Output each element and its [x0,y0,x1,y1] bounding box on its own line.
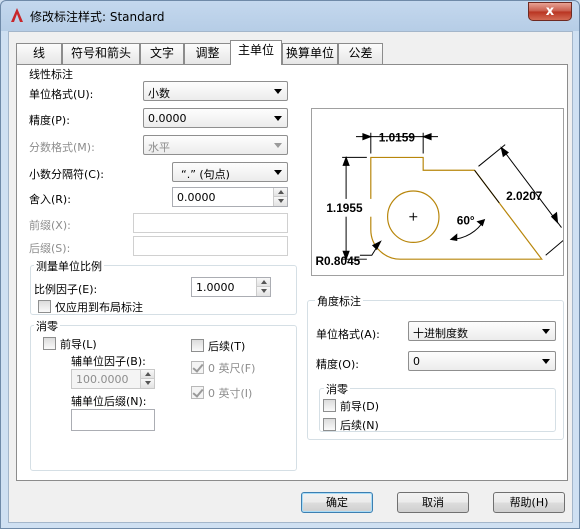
tab-primary-units[interactable]: 主单位 [230,40,282,65]
zero-feet-checkbox[interactable] [191,361,204,374]
title-bar[interactable]: 修改标注样式: Standard x [1,1,579,31]
trailing-zero-label: 后续(T) [208,340,246,353]
zero-feet-label: 0 英尺(F) [208,362,256,375]
tab-lines[interactable]: 线 [16,43,62,64]
preview-dim-radius: R0.8045 [315,254,360,268]
preview-dim-right: 2.0207 [506,189,543,203]
tab-alternate-units[interactable]: 换算单位 [282,43,338,64]
trailing-zero-checkbox[interactable] [191,339,204,352]
fraction-format-select[interactable]: 水平 [143,135,288,155]
preview-center-mark [409,212,418,221]
linear-group-title: 线性标注 [29,68,73,81]
unit-format-select[interactable]: 小数 [143,81,288,101]
sub-unit-factor-input[interactable]: 100.0000 [71,369,155,389]
preview-dim-angle: 60° [457,214,475,228]
tab-symbols-arrows[interactable]: 符号和箭头 [62,43,140,64]
chevron-down-icon [274,170,282,175]
round-off-input[interactable]: 0.0000 [172,187,288,207]
chevron-down-icon [542,329,550,334]
close-icon: x [545,4,555,19]
help-button[interactable]: 帮助(H) [493,492,565,513]
autocad-app-icon [11,8,23,22]
angular-group-title: 角度标注 [315,293,363,309]
preview-dim-left: 1.1955 [326,201,363,215]
unit-format-label: 单位格式(U): [29,88,94,101]
angular-precision-label: 精度(O): [316,358,359,371]
tab-tolerances[interactable]: 公差 [338,43,383,64]
decimal-separator-label: 小数分隔符(C): [29,168,104,181]
scale-factor-spinner[interactable] [256,278,270,296]
cancel-button[interactable]: 取消 [397,492,469,513]
preview-part-outline [370,156,543,260]
precision-select[interactable]: 0.0000 [143,108,288,128]
close-button[interactable]: x [528,2,572,21]
angular-zero-title: 消零 [324,381,350,397]
angular-unit-format-select[interactable]: 十进制度数 [408,321,556,341]
angular-trailing-checkbox[interactable] [323,418,336,431]
round-off-spinner[interactable] [273,188,287,206]
zero-inches-label: 0 英寸(I) [208,387,253,400]
suffix-label: 后缀(S): [29,242,71,255]
zero-suppression-title: 消零 [34,318,60,334]
dialog-client-area: 线 符号和箭头 文字 调整 主单位 换算单位 公差 线性标注 单位格式(U): … [8,31,573,523]
sub-unit-suffix-input[interactable] [71,409,155,431]
chevron-down-icon [274,116,282,121]
fraction-format-label: 分数格式(M): [29,141,95,154]
sub-unit-suffix-label: 辅单位后缀(N): [71,395,147,408]
scale-factor-input[interactable]: 1.0000 [191,277,271,297]
leading-zero-label: 前导(L) [60,338,97,351]
tab-fit[interactable]: 调整 [184,43,231,64]
chevron-down-icon [274,89,282,94]
layout-only-checkbox[interactable] [38,300,51,313]
measurement-scale-title: 测量单位比例 [34,258,104,274]
chevron-down-icon [274,143,282,148]
precision-label: 精度(P): [29,114,70,127]
zero-inches-checkbox[interactable] [191,386,204,399]
scale-factor-label: 比例因子(E): [34,283,98,296]
layout-only-label: 仅应用到布局标注 [55,301,143,314]
angular-trailing-label: 后续(N) [340,419,379,432]
prefix-input[interactable] [133,213,288,233]
tab-text[interactable]: 文字 [140,43,184,64]
decimal-separator-select[interactable]: “.” (句点) [172,162,288,182]
dimension-preview: 1.0159 1.1955 2.0207 60° R0.8045 [311,108,564,276]
sub-unit-factor-spinner[interactable] [140,370,154,388]
angular-precision-select[interactable]: 0 [408,351,556,371]
ok-button[interactable]: 确定 [301,492,373,513]
angular-leading-checkbox[interactable] [323,399,336,412]
prefix-label: 前缀(X): [29,219,71,232]
window-title: 修改标注样式: Standard [30,10,165,24]
chevron-down-icon [542,359,550,364]
suffix-input[interactable] [133,236,288,256]
preview-dim-top: 1.0159 [379,131,416,145]
primary-units-panel: 线性标注 单位格式(U): 小数 精度(P): 0.0000 分数格式(M): … [16,64,568,481]
sub-unit-factor-label: 辅单位因子(B): [71,355,146,368]
round-off-label: 舍入(R): [29,193,71,206]
angular-unit-format-label: 单位格式(A): [316,328,380,341]
angular-leading-label: 前导(D) [340,400,380,413]
leading-zero-checkbox[interactable] [43,337,56,350]
dialog-window: 修改标注样式: Standard x 线 符号和箭头 文字 调整 主单位 换算单… [0,0,580,529]
